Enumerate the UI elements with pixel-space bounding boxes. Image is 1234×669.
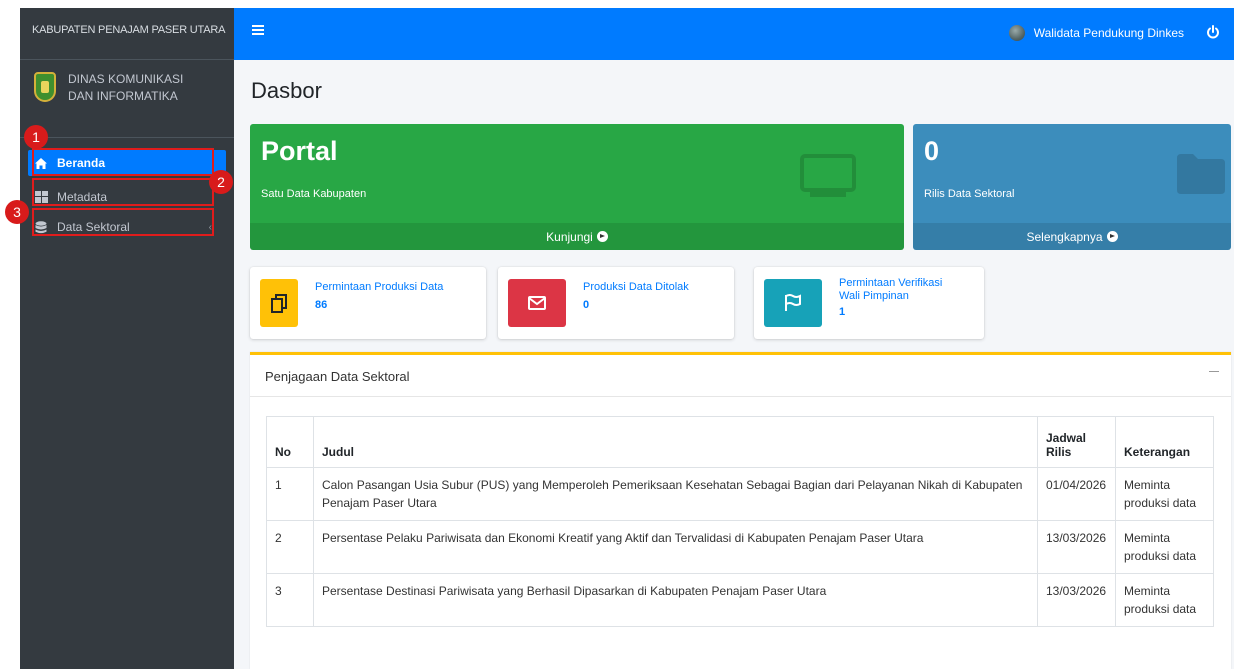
org-name-line2: DAN INFORMATIKA bbox=[68, 89, 178, 103]
table-header-row: No Judul Jadwal Rilis Keterangan bbox=[266, 416, 1214, 468]
arrow-circle-right-icon bbox=[596, 231, 608, 242]
org-name: DINAS KOMUNIKASI DAN INFORMATIKA bbox=[68, 71, 183, 137]
portal-box: Portal Satu Data Kabupaten Kunjungi bbox=[250, 124, 904, 250]
rilis-footer-link[interactable]: Selengkapnya bbox=[913, 223, 1231, 250]
column-header-keterangan: Keterangan bbox=[1115, 416, 1214, 468]
collapse-icon[interactable] bbox=[1209, 371, 1219, 372]
info-label-line2: Wali Pimpinan bbox=[839, 290, 909, 302]
cell-keterangan: Meminta produksi data bbox=[1115, 573, 1214, 627]
info-box-produksi-ditolak[interactable]: Produksi Data Ditolak 0 bbox=[498, 267, 734, 339]
avatar bbox=[1008, 25, 1025, 41]
brand-link[interactable]: KABUPATEN PENAJAM PASER UTARA bbox=[20, 8, 234, 60]
card-header: Penjagaan Data Sektoral bbox=[250, 355, 1231, 397]
info-value: 1 bbox=[839, 306, 846, 318]
user-menu[interactable]: Walidata Pendukung Dinkes bbox=[1008, 25, 1184, 41]
flag-icon bbox=[764, 279, 822, 327]
column-header-jadwal: Jadwal Rilis bbox=[1037, 416, 1116, 468]
power-icon[interactable] bbox=[1206, 25, 1220, 39]
card-title: Penjagaan Data Sektoral bbox=[265, 369, 410, 384]
column-header-jadwal-line1: Jadwal bbox=[1046, 431, 1087, 445]
cell-keterangan: Meminta produksi data bbox=[1115, 520, 1214, 574]
info-label-line1: Permintaan Verifikasi bbox=[839, 277, 943, 289]
cell-no: 1 bbox=[266, 467, 314, 521]
rilis-count: 0 bbox=[924, 136, 940, 166]
copy-icon bbox=[260, 279, 298, 327]
info-value: 86 bbox=[315, 299, 328, 311]
column-header-jadwal-line2: Rilis bbox=[1046, 445, 1072, 459]
info-value: 0 bbox=[583, 299, 590, 311]
envelope-icon bbox=[508, 279, 566, 327]
cell-jadwal: 13/03/2026 bbox=[1037, 573, 1116, 627]
cell-jadwal: 01/04/2026 bbox=[1037, 467, 1116, 521]
column-header-no: No bbox=[266, 416, 314, 468]
rilis-link-label: Selengkapnya bbox=[1026, 229, 1103, 244]
main-content: Dasbor Portal Satu Data Kabupaten Kunjun… bbox=[234, 60, 1234, 669]
page-title: Dasbor bbox=[251, 78, 322, 103]
regency-logo-icon bbox=[34, 72, 56, 102]
cell-judul: Calon Pasangan Usia Subur (PUS) yang Mem… bbox=[313, 467, 1038, 521]
rilis-box: 0 Rilis Data Sektoral Selengkapnya bbox=[913, 124, 1231, 250]
table-row: 2 Persentase Pelaku Pariwisata dan Ekono… bbox=[266, 520, 1214, 574]
cell-judul: Persentase Pelaku Pariwisata dan Ekonomi… bbox=[313, 520, 1038, 574]
user-name: Walidata Pendukung Dinkes bbox=[1033, 26, 1184, 40]
callout-3: 3 bbox=[5, 200, 29, 224]
cell-judul: Persentase Destinasi Pariwisata yang Ber… bbox=[313, 573, 1038, 627]
menu-toggle-icon[interactable] bbox=[252, 25, 264, 35]
info-label: Permintaan Produksi Data bbox=[315, 281, 444, 293]
rilis-subtitle: Rilis Data Sektoral bbox=[924, 188, 1015, 200]
column-header-judul: Judul bbox=[313, 416, 1038, 468]
portal-subtitle: Satu Data Kabupaten bbox=[261, 188, 367, 200]
cell-no: 2 bbox=[266, 520, 314, 574]
table-row: 3 Persentase Destinasi Pariwisata yang B… bbox=[266, 573, 1214, 627]
info-box-verifikasi[interactable]: Permintaan Verifikasi Wali Pimpinan 1 bbox=[754, 267, 984, 339]
monitor-icon bbox=[800, 154, 856, 197]
portal-footer-link[interactable]: Kunjungi bbox=[250, 223, 904, 250]
topbar: Walidata Pendukung Dinkes bbox=[234, 8, 1234, 60]
info-label: Produksi Data Ditolak bbox=[583, 281, 689, 293]
highlight-beranda bbox=[32, 148, 214, 176]
cell-no: 3 bbox=[266, 573, 314, 627]
table-row: 1 Calon Pasangan Usia Subur (PUS) yang M… bbox=[266, 467, 1214, 521]
arrow-circle-right-icon bbox=[1106, 231, 1118, 242]
penjagaan-card: Penjagaan Data Sektoral No Judul Jadwal … bbox=[250, 352, 1231, 669]
org-panel: DINAS KOMUNIKASI DAN INFORMATIKA bbox=[20, 60, 234, 138]
cell-jadwal: 13/03/2026 bbox=[1037, 520, 1116, 574]
folder-icon bbox=[1177, 154, 1225, 194]
portal-link-label: Kunjungi bbox=[546, 229, 593, 244]
highlight-metadata bbox=[32, 178, 214, 206]
callout-2: 2 bbox=[209, 170, 233, 194]
highlight-data-sektoral bbox=[32, 208, 214, 236]
callout-1: 1 bbox=[24, 125, 48, 149]
sidebar: KABUPATEN PENAJAM PASER UTARA DINAS KOMU… bbox=[20, 8, 234, 669]
portal-title: Portal bbox=[261, 136, 338, 166]
org-name-line1: DINAS KOMUNIKASI bbox=[68, 72, 184, 86]
info-box-permintaan-produksi[interactable]: Permintaan Produksi Data 86 bbox=[250, 267, 486, 339]
cell-keterangan: Meminta produksi data bbox=[1115, 467, 1214, 521]
penjagaan-table: No Judul Jadwal Rilis Keterangan 1 Calon… bbox=[266, 416, 1214, 627]
